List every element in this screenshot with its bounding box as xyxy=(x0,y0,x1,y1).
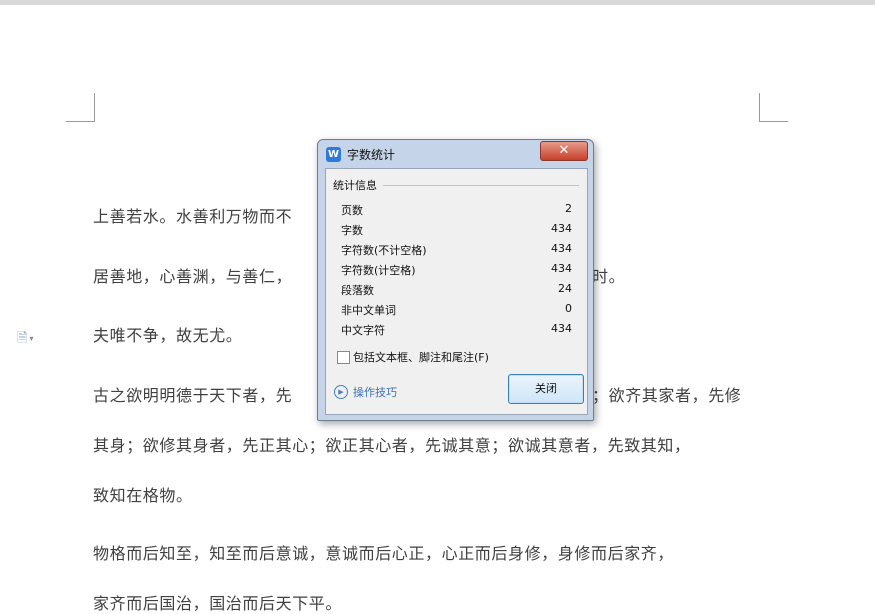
text-line[interactable]: 其身；欲修其身者，先正其心；欲正其心者，先诚其意；欲诚其意者，先致其知， xyxy=(93,432,691,456)
close-button[interactable]: 关闭 xyxy=(508,374,584,404)
text-line[interactable]: 古之欲明明德于天下者，先 xyxy=(93,382,292,406)
stat-value: 434 xyxy=(551,222,572,235)
play-circle-icon[interactable]: ▶ xyxy=(334,385,348,399)
dialog-titlebar[interactable]: W 字数统计 ✕ xyxy=(318,140,593,168)
chevron-down-icon: ▾ xyxy=(29,334,34,343)
margin-corner-top-left xyxy=(66,93,95,122)
text-line[interactable]: 夫唯不争，故无尤。 xyxy=(93,322,242,346)
stat-label: 中文字符 xyxy=(341,324,385,337)
group-divider xyxy=(383,185,579,186)
stat-row-chars-with-spaces: 字符数(计空格) 434 xyxy=(341,259,572,279)
text-line[interactable]: 物格而后知至，知至而后意诚，意诚而后心正，心正而后身修，身修而后家齐， xyxy=(93,540,674,564)
stat-value: 434 xyxy=(551,322,572,335)
dialog-title: 字数统计 xyxy=(347,148,396,162)
close-icon[interactable]: ✕ xyxy=(540,141,588,161)
stat-value: 24 xyxy=(558,282,572,295)
stat-label: 字符数(计空格) xyxy=(341,264,416,277)
word-count-dialog: W 字数统计 ✕ 统计信息 页数 2 字数 434 字符数(不计空格) 434 … xyxy=(317,139,594,421)
text-line[interactable]: 家齐而后国治，国治而后天下平。 xyxy=(93,590,342,614)
stat-label: 页数 xyxy=(341,204,363,217)
stat-value: 434 xyxy=(551,262,572,275)
stat-row-words: 字数 434 xyxy=(341,219,572,239)
margin-corner-top-right xyxy=(759,93,788,122)
group-title: 统计信息 xyxy=(333,179,377,192)
dialog-body: 统计信息 页数 2 字数 434 字符数(不计空格) 434 字符数(计空格) … xyxy=(325,168,588,415)
text-line-fragment[interactable]: ；欲齐其家者，先修 xyxy=(592,382,741,406)
stat-label: 段落数 xyxy=(341,284,374,297)
stat-value: 434 xyxy=(551,242,572,255)
include-textboxes-label[interactable]: 包括文本框、脚注和尾注(F) xyxy=(353,349,489,365)
text-line[interactable]: 致知在格物。 xyxy=(93,482,193,506)
stat-label: 非中文单词 xyxy=(341,304,396,317)
wps-writer-icon: W xyxy=(326,147,341,162)
stat-row-non-chinese-words: 非中文单词 0 xyxy=(341,299,572,319)
stat-row-paragraphs: 段落数 24 xyxy=(341,279,572,299)
include-textboxes-checkbox[interactable] xyxy=(337,351,350,364)
document-icon: 🗎 xyxy=(17,331,28,346)
text-line[interactable]: 上善若水。水善利万物而不 xyxy=(93,203,292,227)
stat-row-chars-no-spaces: 字符数(不计空格) 434 xyxy=(341,239,572,259)
text-line-fragment[interactable]: 时。 xyxy=(592,263,625,287)
stat-label: 字符数(不计空格) xyxy=(341,244,427,257)
paragraph-menu-icon[interactable]: 🗎 ▾ xyxy=(17,329,33,351)
stat-row-chinese-chars: 中文字符 434 xyxy=(341,319,572,339)
stat-label: 字数 xyxy=(341,224,363,237)
text-line[interactable]: 居善地，心善渊，与善仁， xyxy=(93,263,292,287)
tips-link[interactable]: 操作技巧 xyxy=(353,384,397,400)
stat-value: 2 xyxy=(565,202,572,215)
stat-value: 0 xyxy=(565,302,572,315)
stat-row-pages: 页数 2 xyxy=(341,199,572,219)
